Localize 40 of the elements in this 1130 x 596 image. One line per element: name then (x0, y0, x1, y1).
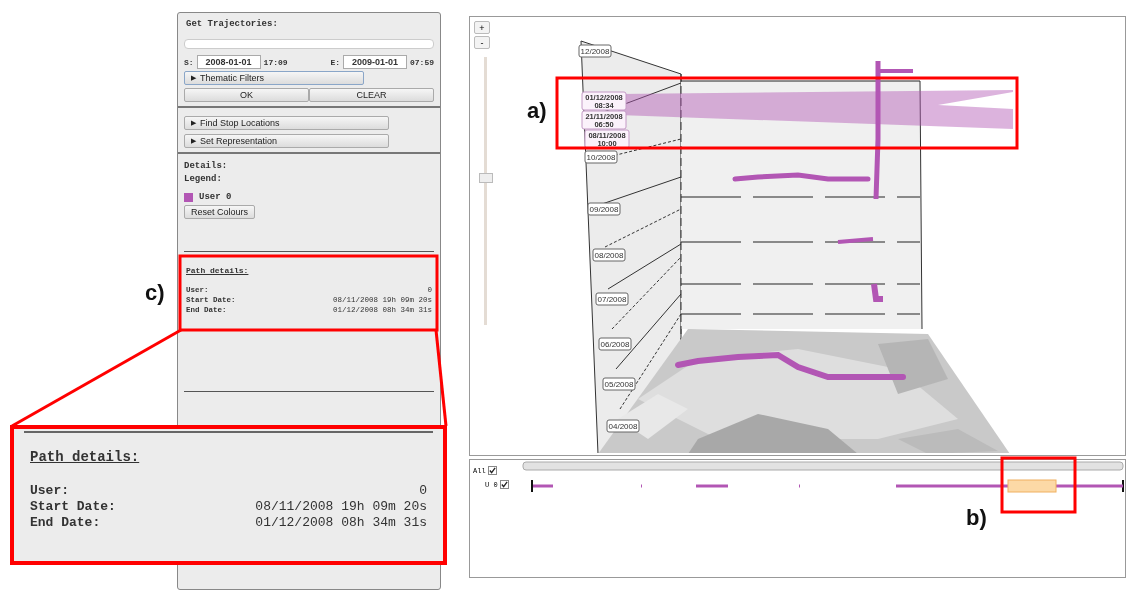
annotation-label: b) (966, 505, 987, 531)
section-heading: Legend: (184, 174, 223, 184)
trajectory-path (837, 237, 874, 244)
annotation-label: c) (145, 280, 165, 306)
trajectory-path (871, 283, 883, 302)
time-axis-label: 09/2008 (587, 202, 621, 216)
legend-label: User 0 (199, 192, 232, 202)
time-axis-label: 06/2008 (598, 337, 632, 351)
details-title: Path details: (186, 266, 250, 275)
annotation-label: a) (527, 98, 547, 124)
time-axis-label: 12/2008 (578, 44, 612, 58)
date-label: S: (184, 57, 194, 67)
slider-thumb[interactable] (479, 173, 493, 184)
time-axis-label: 05/2008 (602, 377, 636, 391)
time-axis-label: 10/2008 (584, 150, 618, 164)
ok-button[interactable]: OK (184, 88, 309, 102)
date-field[interactable]: 2008-01-01 (196, 55, 261, 69)
checkbox[interactable] (487, 466, 497, 475)
checkbox[interactable] (499, 480, 509, 489)
details-title: Path details: (30, 449, 141, 465)
detail-label: User: (30, 483, 69, 499)
time-axis-label: 07/2008 (595, 292, 629, 306)
detail-value: 0 (419, 483, 427, 499)
zoom-in-button[interactable]: + (474, 21, 490, 34)
time-axis-label: 04/2008 (606, 419, 640, 433)
time-label: 17:09 (263, 57, 288, 67)
selected-interval (1007, 479, 1057, 493)
detail-value: 01/12/2008 08h 34m 31s (255, 515, 427, 531)
detail-label: End Date: (30, 515, 101, 531)
panel-title: Get Trajectories: (186, 19, 279, 29)
date-field[interactable]: 2009-01-01 (343, 55, 407, 69)
reset-colours-button[interactable]: Reset Colours (184, 205, 256, 219)
detail-label: Start Date: (30, 499, 116, 515)
time-axis-label: 08/2008 (592, 248, 626, 262)
section-heading: Details: (184, 161, 229, 171)
date-label: E: (330, 57, 340, 67)
time-label: 07:59 (410, 57, 434, 67)
clear-button[interactable]: CLEAR (309, 88, 434, 102)
detail-value: 08/11/2008 19h 09m 20s (255, 499, 427, 515)
zoom-out-button[interactable]: - (474, 36, 490, 49)
